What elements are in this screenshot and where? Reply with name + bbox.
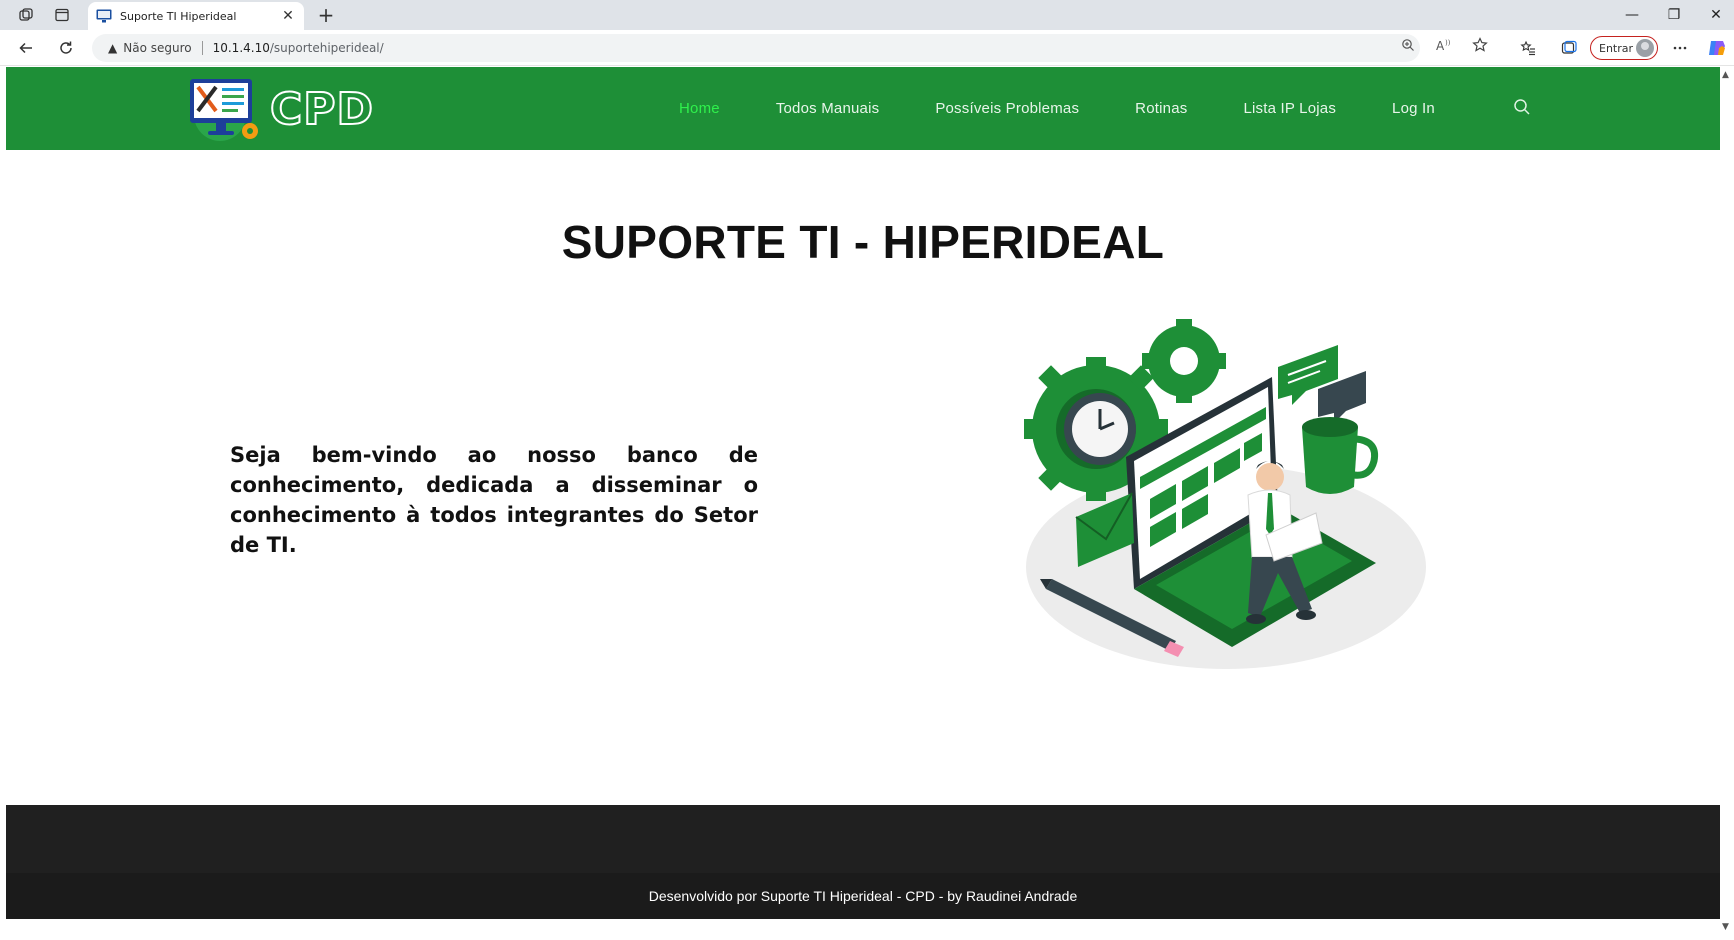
- footer-widget-area: [6, 805, 1720, 873]
- more-options-icon[interactable]: [1668, 37, 1692, 59]
- tab-close-button[interactable]: ✕: [280, 8, 296, 24]
- chat-bubble-icon: [1278, 345, 1366, 423]
- search-icon[interactable]: [1512, 97, 1532, 117]
- read-aloud-icon[interactable]: A)): [1434, 36, 1454, 54]
- address-divider: [201, 41, 203, 55]
- nav-item-rotinas[interactable]: Rotinas: [1135, 100, 1187, 117]
- main-nav: Home Todos Manuais Possíveis Problemas R…: [679, 67, 1491, 150]
- intro-text: Seja bem-vindo ao nosso banco de conheci…: [230, 443, 758, 557]
- footer-credits: Desenvolvido por Suporte TI Hiperideal -…: [648, 888, 1078, 904]
- copilot-icon[interactable]: [1705, 37, 1729, 59]
- footer-bar: Desenvolvido por Suporte TI Hiperideal -…: [6, 873, 1720, 919]
- nav-item-todos-manuais[interactable]: Todos Manuais: [776, 100, 880, 117]
- clock-icon: [1064, 393, 1136, 465]
- warning-icon[interactable]: ▲: [108, 41, 117, 55]
- scroll-down-arrow-icon[interactable]: ▼: [1722, 922, 1729, 932]
- url-path[interactable]: /suportehiperideal/: [270, 41, 384, 55]
- workspaces-icon[interactable]: [16, 5, 36, 25]
- site-logo[interactable]: CPD: [186, 75, 396, 143]
- new-tab-button[interactable]: +: [314, 2, 338, 28]
- nav-item-possiveis-problemas[interactable]: Possíveis Problemas: [935, 100, 1079, 117]
- reload-button[interactable]: [54, 37, 78, 59]
- nav-item-home[interactable]: Home: [679, 100, 720, 117]
- back-arrow-icon: [19, 42, 32, 54]
- svg-text:)): )): [1445, 39, 1451, 47]
- scrollbar[interactable]: [1720, 67, 1734, 940]
- collections-icon[interactable]: [1557, 37, 1581, 59]
- page-viewport: CPD Home Todos Manuais Possíveis Problem…: [6, 67, 1720, 935]
- restore-button[interactable]: ❐: [1662, 4, 1686, 26]
- favorites-icon[interactable]: [1516, 37, 1540, 59]
- page-title: SUPORTE TI - HIPERIDEAL: [561, 216, 1165, 268]
- site-favicon-icon: [96, 9, 112, 23]
- logo-text: CPD: [269, 83, 375, 136]
- browser-tab-strip: Suporte TI Hiperideal ✕ + — ❐ ✕: [0, 0, 1734, 30]
- profile-signin-label: Entrar: [1599, 41, 1634, 55]
- small-gear-icon: [1142, 319, 1226, 403]
- close-window-button[interactable]: ✕: [1704, 4, 1728, 26]
- reload-icon: [60, 41, 72, 54]
- computer-tools-logo-icon: [190, 79, 258, 141]
- hero-illustration: [1024, 319, 1426, 669]
- nav-item-lista-ip-lojas[interactable]: Lista IP Lojas: [1243, 100, 1336, 117]
- zoom-icon[interactable]: [1398, 36, 1418, 54]
- browser-toolbar: ▲ Não seguro 10.1.4.10/suportehiperideal…: [0, 30, 1734, 66]
- profile-signin-button[interactable]: Entrar: [1590, 36, 1658, 60]
- site-header: CPD Home Todos Manuais Possíveis Problem…: [6, 67, 1720, 150]
- url-host[interactable]: 10.1.4.10: [213, 41, 270, 55]
- back-button[interactable]: [14, 37, 38, 59]
- minimize-button[interactable]: —: [1620, 4, 1644, 26]
- coffee-mug-icon: [1302, 417, 1379, 494]
- tab-active[interactable]: Suporte TI Hiperideal ✕: [88, 2, 304, 30]
- nav-item-log-in[interactable]: Log In: [1392, 100, 1435, 117]
- tab-title: Suporte TI Hiperideal: [120, 9, 237, 23]
- avatar-icon: [1636, 39, 1654, 57]
- address-bar[interactable]: ▲ Não seguro 10.1.4.10/suportehiperideal…: [92, 34, 1420, 62]
- security-label[interactable]: Não seguro: [123, 41, 191, 55]
- tab-actions-icon[interactable]: [52, 5, 72, 25]
- favorite-star-icon[interactable]: [1470, 36, 1490, 54]
- page-bottom: [6, 919, 1720, 935]
- scroll-up-arrow-icon[interactable]: ▲: [1722, 70, 1729, 80]
- svg-text:A: A: [1436, 39, 1445, 52]
